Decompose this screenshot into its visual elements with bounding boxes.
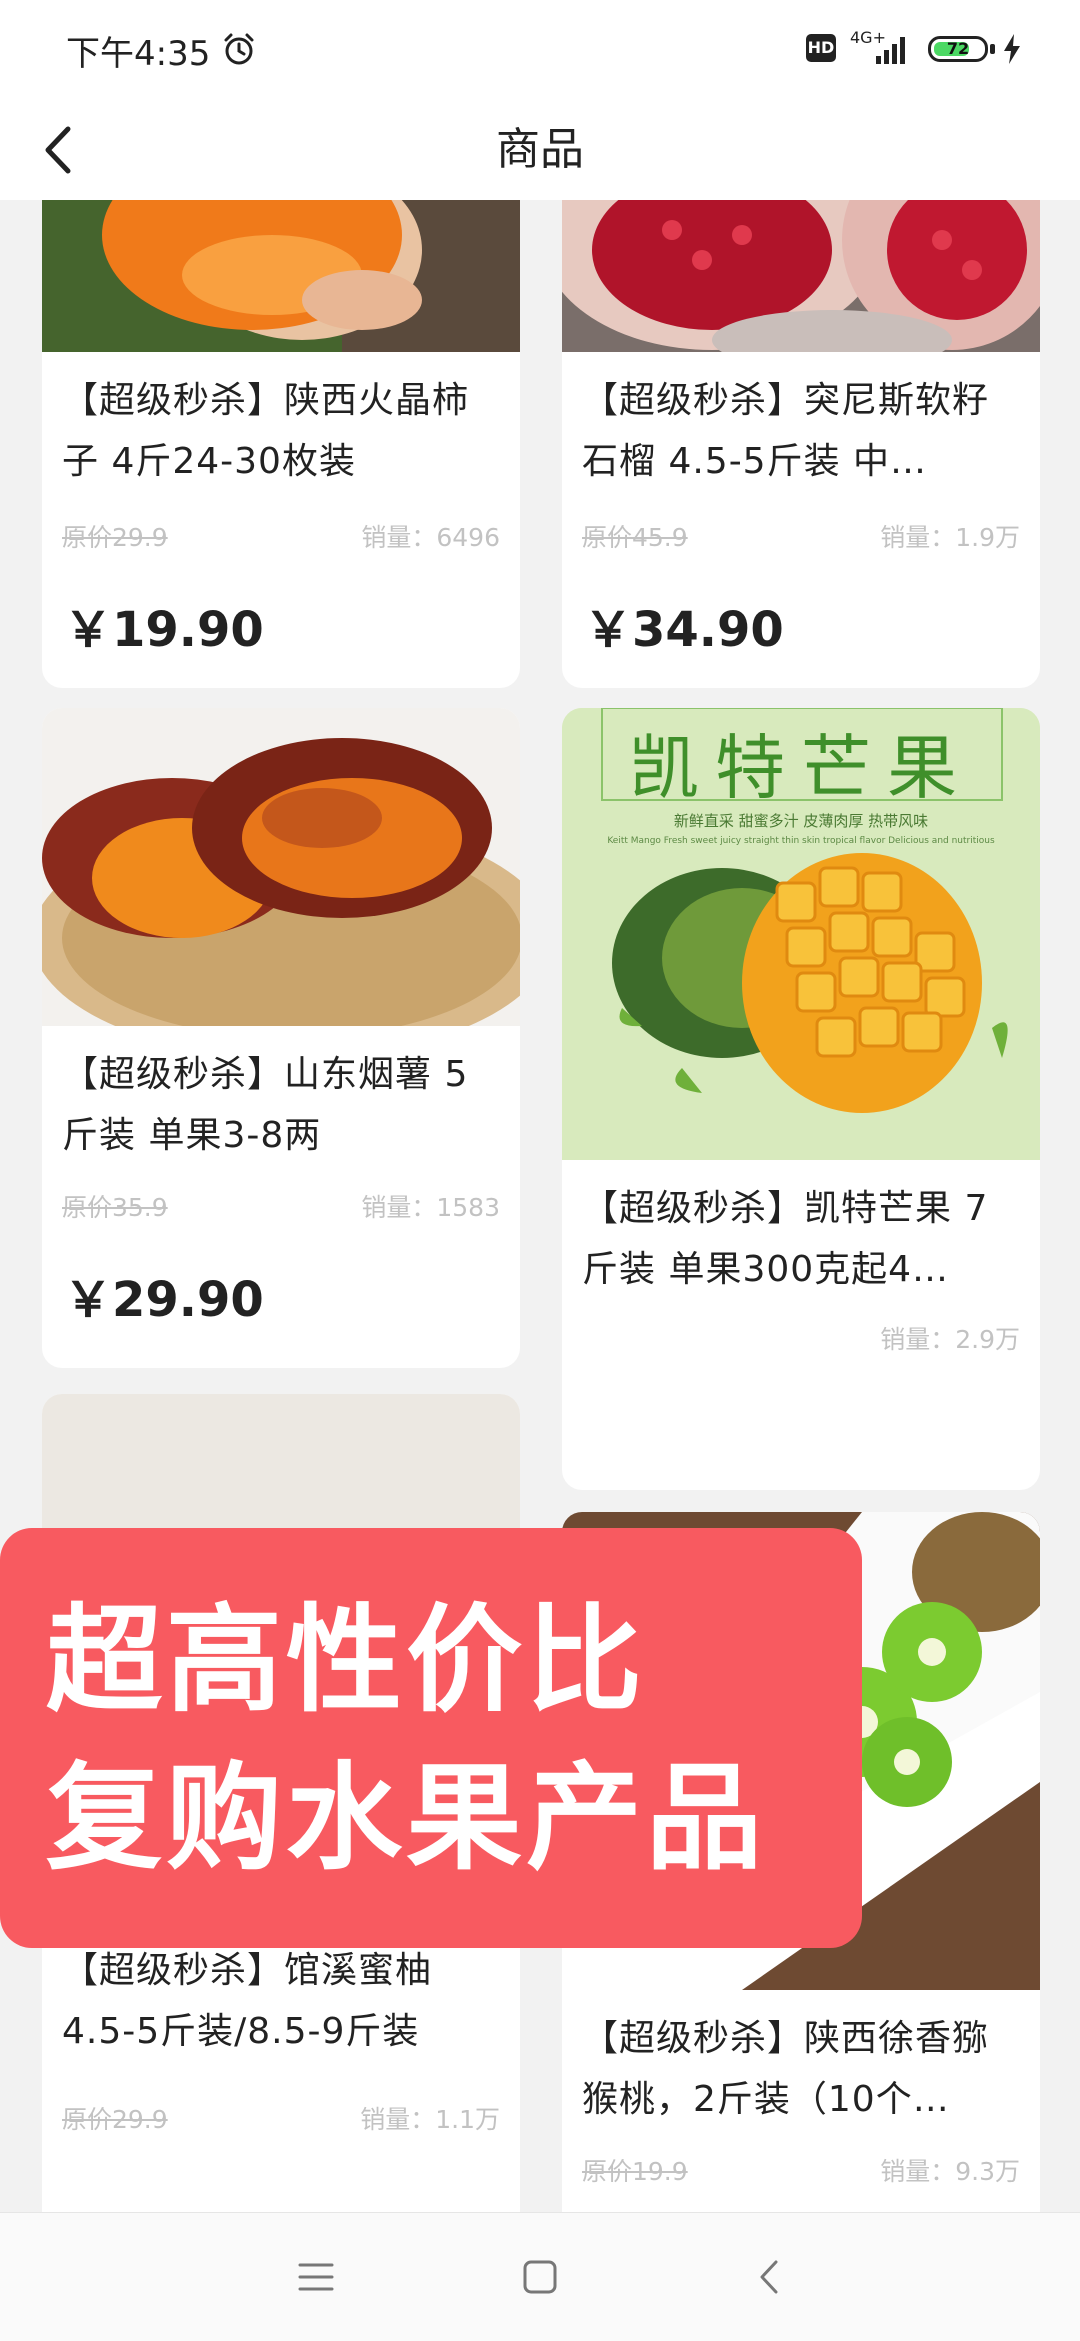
- product-image: [42, 200, 520, 352]
- original-price: 原价19.9: [582, 2157, 688, 2186]
- alarm-icon: [224, 33, 254, 65]
- menu-icon[interactable]: [286, 2247, 346, 2307]
- battery-level: 72: [946, 39, 970, 58]
- sales-count: 销量：9.3万: [880, 2157, 1020, 2186]
- mango-image-subtitle: 新鲜直采 甜蜜多汁 皮薄肉厚 热带风味: [673, 812, 929, 830]
- original-price: 原价29.9: [62, 523, 168, 552]
- sales-count: 销量：1583: [361, 1193, 500, 1222]
- page-title: 商品: [496, 124, 584, 175]
- hd-badge: HD: [806, 34, 836, 62]
- product-price: ￥19.90: [64, 602, 264, 658]
- product-price: ￥29.90: [64, 1272, 264, 1328]
- product-title: 【超级秒杀】陕西火晶柿子 4斤24-30枚装: [62, 380, 470, 482]
- mango-image-title: 凯特芒果: [629, 727, 973, 809]
- original-price: 原价45.9: [582, 523, 688, 552]
- product-title: 【超级秒杀】馆溪蜜柚 4.5-5斤装/8.5-9斤装: [62, 1950, 433, 2052]
- battery-icon: 72: [928, 36, 988, 62]
- signal-icon: [876, 37, 905, 64]
- product-card[interactable]: 【超级秒杀】山东烟薯 5斤装 单果3-8两 原价35.9 销量：1583 ￥29…: [42, 708, 520, 1368]
- original-price: 原价29.9: [62, 2105, 168, 2134]
- product-grid: 【超级秒杀】陕西火晶柿子 4斤24-30枚装 原价29.9 销量：6496 ￥1…: [0, 200, 1080, 2212]
- product-image: 凯特芒果 新鲜直采 甜蜜多汁 皮薄肉厚 热带风味 Keitt Mango Fre…: [562, 708, 1040, 1160]
- product-title: 【超级秒杀】突尼斯软籽石榴 4.5-5斤装 中…: [582, 380, 990, 482]
- product-card[interactable]: 【超级秒杀】突尼斯软籽石榴 4.5-5斤装 中… 原价45.9 销量：1.9万 …: [562, 200, 1040, 688]
- sales-count: 销量：2.9万: [880, 1325, 1020, 1354]
- product-title: 【超级秒杀】凯特芒果 7斤装 单果300克起4…: [582, 1188, 989, 1290]
- status-bar: 下午4:35 HD 4G+ 72: [0, 0, 1080, 100]
- original-price: 原价35.9: [62, 1193, 168, 1222]
- promo-banner: 超高性价比 复购水果产品: [0, 1528, 862, 1948]
- sales-count: 销量：6496: [361, 523, 500, 552]
- system-nav-bar: [0, 2212, 1080, 2341]
- status-time: 下午4:35: [66, 34, 211, 74]
- sales-count: 销量：1.9万: [880, 523, 1020, 552]
- product-title: 【超级秒杀】山东烟薯 5斤装 单果3-8两: [62, 1054, 469, 1156]
- product-image: [42, 708, 520, 1026]
- charging-icon: [1004, 34, 1020, 64]
- product-card[interactable]: 凯特芒果 新鲜直采 甜蜜多汁 皮薄肉厚 热带风味 Keitt Mango Fre…: [562, 708, 1040, 1490]
- back-icon[interactable]: [740, 2247, 800, 2307]
- product-price: ￥34.90: [584, 602, 784, 658]
- product-title: 【超级秒杀】陕西徐香猕猴桃，2斤装（10个…: [582, 2018, 990, 2120]
- promo-line-2: 复购水果产品: [46, 1751, 766, 1886]
- home-icon[interactable]: [510, 2247, 570, 2307]
- app-header: 商品: [0, 100, 1080, 200]
- product-image: [562, 200, 1040, 352]
- sales-count: 销量：1.1万: [360, 2105, 500, 2134]
- product-card[interactable]: 【超级秒杀】陕西火晶柿子 4斤24-30枚装 原价29.9 销量：6496 ￥1…: [42, 200, 520, 688]
- battery-tip: [990, 44, 995, 54]
- mango-image-caption: Keitt Mango Fresh sweet juicy straight t…: [607, 836, 995, 846]
- promo-line-1: 超高性价比: [46, 1593, 646, 1728]
